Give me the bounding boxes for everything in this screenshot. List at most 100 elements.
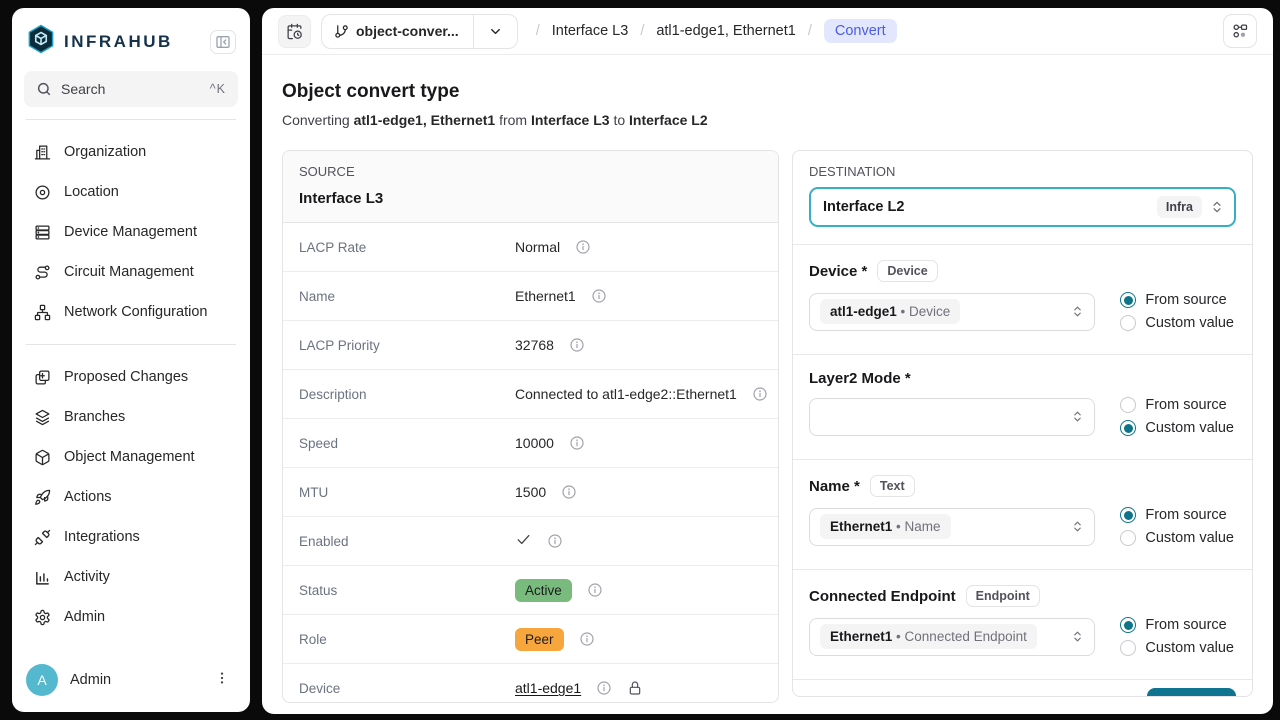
network-icon — [34, 304, 51, 321]
breadcrumb-schema[interactable]: Interface L3 — [552, 23, 629, 39]
kebab-menu-icon — [214, 670, 230, 686]
branch-selector-caret[interactable] — [473, 15, 517, 48]
subtitle-object: atl1-edge1, Ethernet1 — [354, 112, 496, 128]
connected-endpoint-select[interactable]: Ethernet1 • Connected Endpoint — [809, 618, 1095, 656]
sidebar-item-activity[interactable]: Activity — [24, 557, 238, 597]
name-select[interactable]: Ethernet1 • Name — [809, 508, 1095, 546]
workflow-icon — [1232, 23, 1249, 40]
info-icon[interactable] — [752, 386, 768, 402]
field-kind-badge: Endpoint — [966, 585, 1040, 607]
source-row-description: Description Connected to atl1-edge2::Eth… — [283, 370, 778, 419]
chevrons-up-down-icon — [1071, 520, 1084, 533]
info-icon[interactable] — [547, 533, 563, 549]
layer2-mode-value-mode: From source Custom value — [1120, 397, 1236, 436]
info-icon[interactable] — [596, 680, 612, 696]
avatar: A — [26, 664, 58, 696]
radio-custom-value[interactable]: Custom value — [1120, 530, 1234, 546]
info-icon[interactable] — [587, 582, 603, 598]
user-menu[interactable]: A Admin — [24, 658, 238, 698]
main-panel: object-conver... / Interface L3 / atl1-e… — [262, 8, 1273, 714]
branch-selector[interactable]: object-conver... — [321, 14, 518, 49]
layer2-mode-select[interactable] — [809, 398, 1095, 436]
info-icon[interactable] — [561, 484, 577, 500]
branch-name: object-conver... — [356, 23, 459, 39]
page-content: Object convert type Converting atl1-edge… — [262, 55, 1273, 714]
source-row-name: Name Ethernet1 — [283, 272, 778, 321]
sidebar-collapse-button[interactable] — [210, 30, 236, 54]
field-section-device: Device * Device atl1-edge1 • Device From… — [793, 245, 1252, 354]
sidebar-item-object-management[interactable]: Object Management — [24, 437, 238, 477]
sidebar-item-device-management[interactable]: Device Management — [24, 212, 238, 252]
source-heading: SOURCE — [299, 164, 762, 179]
source-row-role: Role Peer — [283, 615, 778, 664]
chevrons-up-down-icon — [1071, 305, 1084, 318]
role-badge: Peer — [515, 628, 564, 651]
radio-custom-value[interactable]: Custom value — [1120, 420, 1234, 436]
sidebar-item-admin[interactable]: Admin — [24, 597, 238, 637]
rocket-icon — [34, 489, 51, 506]
info-icon[interactable] — [575, 239, 591, 255]
check-icon — [515, 531, 532, 551]
source-type: Interface L3 — [299, 190, 762, 207]
circle-dot-icon — [34, 184, 51, 201]
device-link[interactable]: atl1-edge1 — [515, 680, 581, 696]
radio-from-source[interactable]: From source — [1120, 617, 1234, 633]
radio-from-source[interactable]: From source — [1120, 507, 1234, 523]
chevrons-up-down-icon — [1071, 410, 1084, 423]
destination-type-value: Interface L2 — [823, 199, 1157, 215]
radio-from-source[interactable]: From source — [1120, 292, 1234, 308]
sidebar-divider — [26, 344, 236, 345]
sidebar-item-organization[interactable]: Organization — [24, 132, 238, 172]
time-travel-button[interactable] — [278, 15, 311, 48]
source-row-enabled: Enabled — [283, 517, 778, 566]
breadcrumb-object[interactable]: atl1-edge1, Ethernet1 — [656, 23, 795, 39]
radio-from-source[interactable]: From source — [1120, 397, 1234, 413]
sidebar-group-inventory: Organization Location Device Management … — [24, 132, 238, 332]
destination-type-select[interactable]: Interface L2 Infra — [809, 187, 1236, 227]
source-row-device: Device atl1-edge1 — [283, 664, 778, 703]
plug-icon — [34, 529, 51, 546]
name-value-mode: From source Custom value — [1120, 507, 1236, 546]
search-icon — [36, 81, 52, 97]
source-row-mtu: MTU 1500 — [283, 468, 778, 517]
sidebar-item-circuit-management[interactable]: Circuit Management — [24, 252, 238, 292]
radio-custom-value[interactable]: Custom value — [1120, 315, 1234, 331]
source-row-lacp-rate: LACP Rate Normal — [283, 223, 778, 272]
user-menu-button[interactable] — [212, 668, 232, 693]
user-name: Admin — [70, 672, 200, 688]
namespace-badge: Infra — [1157, 196, 1202, 218]
search-input[interactable]: Search ^K — [24, 71, 238, 107]
top-bar: object-conver... / Interface L3 / atl1-e… — [262, 8, 1273, 55]
sidebar-item-branches[interactable]: Branches — [24, 397, 238, 437]
chevrons-up-down-icon — [1071, 630, 1084, 643]
building-icon — [34, 144, 51, 161]
info-icon[interactable] — [591, 288, 607, 304]
source-panel: SOURCE Interface L3 LACP Rate Normal Nam… — [282, 150, 779, 703]
convert-panels: SOURCE Interface L3 LACP Rate Normal Nam… — [282, 150, 1253, 703]
source-row-status: Status Active — [283, 566, 778, 615]
diff-icon — [34, 369, 51, 386]
info-icon[interactable] — [579, 631, 595, 647]
sidebar: INFRAHUB Search ^K Organization Location… — [12, 8, 250, 712]
destination-heading: DESTINATION — [809, 164, 1236, 179]
breadcrumb-current: Convert — [824, 19, 897, 43]
search-placeholder: Search — [61, 81, 201, 97]
destination-panel-header: DESTINATION Interface L2 Infra — [793, 151, 1252, 244]
calendar-clock-icon — [286, 23, 303, 40]
convert-button[interactable]: Convert — [1147, 688, 1236, 697]
bar-chart-icon — [34, 569, 51, 586]
sidebar-item-integrations[interactable]: Integrations — [24, 517, 238, 557]
radio-custom-value[interactable]: Custom value — [1120, 640, 1234, 656]
sidebar-item-actions[interactable]: Actions — [24, 477, 238, 517]
box-icon — [34, 449, 51, 466]
sidebar-item-network-configuration[interactable]: Network Configuration — [24, 292, 238, 332]
logo-row: INFRAHUB — [24, 18, 238, 71]
schema-visualizer-button[interactable] — [1223, 14, 1257, 48]
field-section-layer2-mode: Layer2 Mode * From source Custom value — [793, 355, 1252, 459]
sidebar-item-proposed-changes[interactable]: Proposed Changes — [24, 357, 238, 397]
info-icon[interactable] — [569, 337, 585, 353]
device-select[interactable]: atl1-edge1 • Device — [809, 293, 1095, 331]
info-icon[interactable] — [569, 435, 585, 451]
infrahub-logo-icon — [26, 24, 56, 59]
sidebar-item-location[interactable]: Location — [24, 172, 238, 212]
